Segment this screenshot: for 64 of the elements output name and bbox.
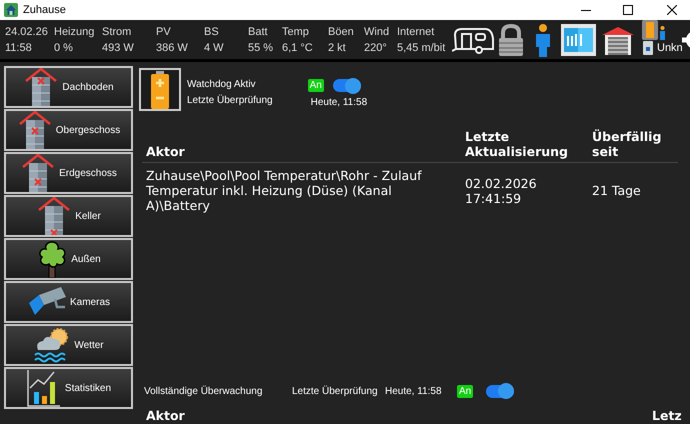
- padlock-icon: [497, 22, 525, 56]
- sidebar-item[interactable]: Statistiken: [4, 367, 133, 409]
- watchdog-title: Watchdog Aktiv: [187, 78, 256, 92]
- reading-value: 493 W: [102, 40, 134, 56]
- sidebar-item[interactable]: Wetter: [4, 324, 133, 366]
- person-icon: [533, 22, 553, 56]
- column-header: Aktor: [145, 409, 186, 423]
- column-header: Letzte Aktualisierung: [464, 129, 569, 159]
- last-check-time: Heute, 11:58: [385, 384, 443, 398]
- column-header: Aktor: [145, 144, 186, 159]
- sidebar-item[interactable]: Obergeschoss: [4, 109, 133, 151]
- reading-value: 4 W: [204, 40, 224, 56]
- last-check-time: Heute, 11:58: [310, 96, 368, 110]
- app-icon: [4, 3, 18, 17]
- reading-label: Wind: [364, 24, 390, 40]
- table-cell-text: 21 Tage: [591, 183, 642, 198]
- maximize-icon[interactable]: [623, 5, 633, 15]
- plug-icon: [642, 40, 654, 54]
- last-check-label: Letzte Überprüfung: [187, 94, 273, 108]
- battery-icon: [642, 20, 658, 40]
- sidebar-item[interactable]: Außen: [4, 238, 133, 280]
- sidebar-item[interactable]: Erdgeschoss: [4, 152, 133, 194]
- reading-value: 2 kt: [328, 40, 346, 56]
- reading-label: Temp: [282, 24, 309, 40]
- table-cell-text: Zuhause\Pool\Pool Temperatur\Rohr - Zulauf Temperatur inkl. Heizung (Düse) (Kanal A)\Battery: [145, 168, 423, 213]
- device-label: Unkn: [657, 40, 683, 56]
- reading-label: Heizung: [54, 24, 94, 40]
- reading-value: 55 %: [248, 40, 274, 56]
- reading-value: 5,45 m/bit: [397, 40, 446, 56]
- last-check-label: Letzte Überprüfung: [292, 384, 379, 398]
- reading-label: Böen: [328, 24, 354, 40]
- thermostat-panel-icon: [561, 24, 596, 56]
- sidebar-item[interactable]: Kameras: [4, 281, 133, 323]
- reading-label: BS: [204, 24, 219, 40]
- bar-chart-icon: [26, 369, 62, 407]
- close-icon[interactable]: [667, 5, 677, 15]
- sidebar-item[interactable]: Dachboden: [4, 66, 133, 108]
- house-icon: [23, 68, 60, 106]
- status-label: An: [457, 384, 474, 398]
- tree-icon: [36, 240, 68, 278]
- reading-value: 6,1 °C: [282, 40, 313, 56]
- reading-label: Strom: [102, 24, 132, 40]
- toggle-switch[interactable]: [332, 79, 361, 92]
- reading-value: 386 W: [156, 40, 188, 56]
- table-cell-text: 02.02.2026 17:41:59: [464, 176, 538, 206]
- house-icon: [16, 111, 53, 149]
- reading-label: PV: [156, 24, 171, 40]
- toggle-switch[interactable]: [486, 384, 514, 398]
- sidebar-item[interactable]: Keller: [4, 195, 133, 237]
- window-title: Zuhause: [23, 2, 66, 18]
- status-label: An: [308, 79, 324, 92]
- battery-icon: [151, 70, 169, 108]
- house-icon: [20, 154, 56, 192]
- reading-label: Batt: [248, 24, 268, 40]
- reading-value: 220°: [364, 40, 387, 56]
- garage-icon: [602, 24, 634, 54]
- monitoring-title: Vollständige Überwachung: [144, 384, 264, 398]
- date-text: 24.02.26: [5, 24, 48, 40]
- person-icon: [659, 26, 666, 40]
- reading-label: Internet: [397, 24, 434, 40]
- time-text: 11:58: [5, 40, 32, 56]
- reading-value: 0 %: [54, 40, 73, 56]
- column-header: Überfällig seit: [591, 129, 662, 159]
- house-icon: [36, 197, 72, 235]
